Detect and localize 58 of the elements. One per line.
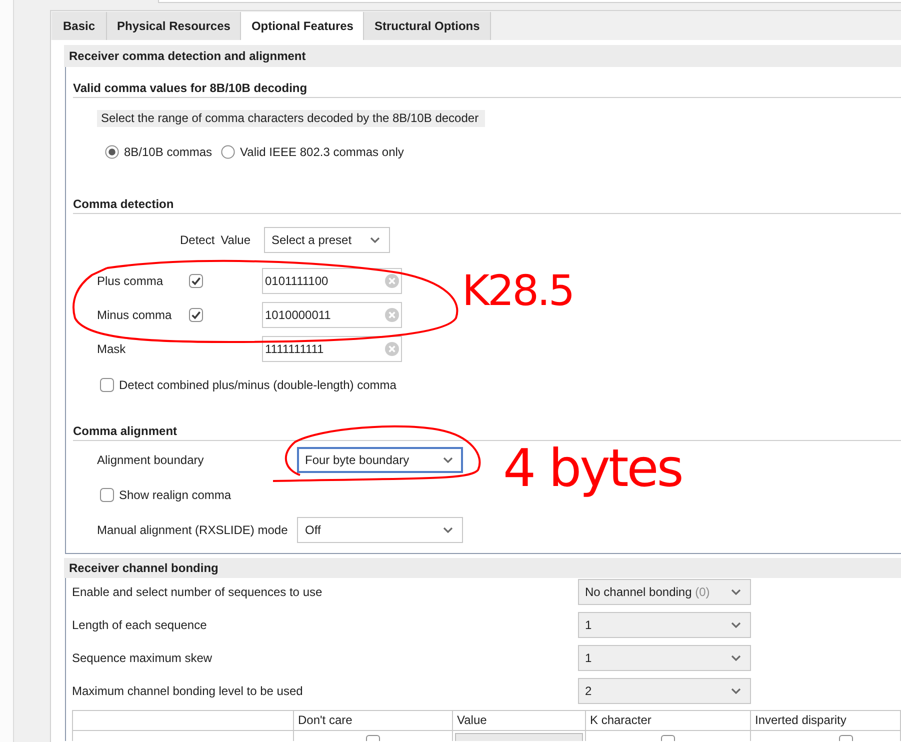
column-label: Value [220, 233, 250, 247]
chevron-down-icon [443, 457, 453, 463]
preset-dropdown[interactable]: Select a preset [264, 227, 390, 253]
chevron-down-icon [443, 527, 453, 533]
chevron-down-icon [370, 237, 380, 243]
annotation-note: K28.5 [462, 270, 574, 312]
setting-label: Enable and select number of sequences to use [72, 585, 324, 599]
section-header: Receiver comma detection and alignment [64, 45, 901, 67]
column-header: K character [586, 711, 751, 731]
checkbox[interactable] [661, 735, 675, 741]
dropdown[interactable]: Off [297, 517, 463, 543]
tab[interactable]: Structural Options [364, 12, 491, 40]
setting-label: Sequence maximum skew [72, 651, 214, 665]
chevron-down-icon [731, 655, 741, 661]
radio-label: Valid IEEE 802.3 commas only [240, 145, 404, 159]
value-field[interactable] [455, 733, 583, 741]
checkbox[interactable] [189, 274, 203, 288]
text-field[interactable]: 1010000011 [262, 302, 402, 328]
subsection-title: Valid comma values for 8B/10B decoding [73, 80, 901, 98]
subsection-title: Comma alignment [73, 423, 901, 441]
text-field[interactable]: 0101111100 [262, 268, 402, 294]
field-label: Minus comma [97, 308, 173, 322]
field-label: Mask [97, 342, 127, 356]
checkbox[interactable] [839, 735, 853, 741]
radio-button[interactable] [221, 145, 236, 159]
annotation-note: 4 bytes [503, 443, 682, 495]
field-label: Plus comma [97, 274, 164, 288]
dropdown[interactable]: 2 [578, 678, 751, 704]
chevron-down-icon [731, 622, 741, 628]
dropdown[interactable]: 1 [578, 612, 751, 638]
prompt-label: Select the range of comma characters decoded by the 8B/10B decoder [97, 110, 485, 127]
column-label: Detect [180, 233, 215, 247]
checkbox-label: Detect combined plus/minus (double-length) comma [119, 378, 396, 392]
text-field[interactable]: 1111111111 [262, 336, 402, 362]
checkbox[interactable] [100, 488, 114, 502]
field-label: Alignment boundary [97, 453, 205, 467]
section-header: Receiver channel bonding [64, 558, 901, 578]
dropdown[interactable]: Four byte boundary [297, 447, 463, 473]
setting-label: Length of each sequence [72, 618, 208, 632]
tab[interactable]: Physical Resources [107, 12, 242, 40]
chevron-down-icon [731, 688, 741, 694]
dropdown[interactable]: No channel bonding (0) [578, 579, 751, 605]
tab[interactable]: Optional Features [241, 12, 364, 40]
checkbox[interactable] [100, 378, 114, 392]
field-label: Manual alignment (RXSLIDE) mode [97, 523, 289, 537]
setting-label: Maximum channel bonding level to be used [72, 684, 304, 698]
checkbox[interactable] [189, 308, 203, 322]
chevron-down-icon [731, 589, 741, 595]
column-header: Inverted disparity [751, 711, 901, 731]
subsection-title: Comma detection [73, 196, 901, 214]
column-header: Value [453, 711, 586, 731]
checkbox-label: Show realign comma [119, 488, 232, 502]
tab[interactable]: Basic [52, 12, 108, 40]
radio-button[interactable] [105, 145, 119, 159]
radio-label: 8B/10B commas [124, 145, 212, 159]
dropdown[interactable]: 1 [578, 645, 751, 671]
column-header: Don't care [294, 711, 453, 731]
checkbox[interactable] [366, 735, 380, 741]
